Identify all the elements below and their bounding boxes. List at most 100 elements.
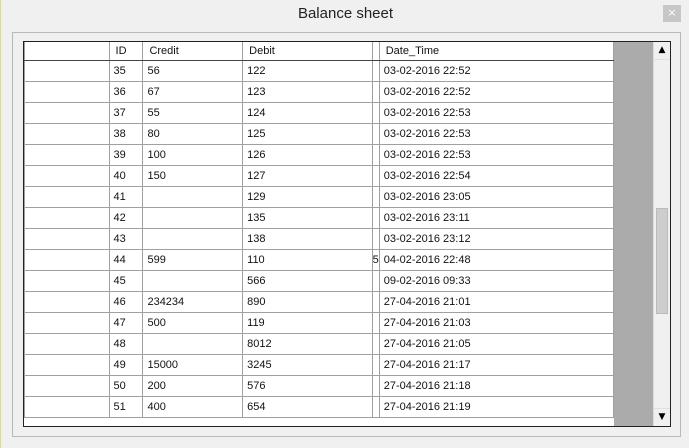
cell-extra[interactable] bbox=[371, 374, 380, 397]
column-header-id[interactable]: ID bbox=[108, 42, 144, 61]
cell-id[interactable]: 38 bbox=[108, 122, 144, 145]
cell-debit[interactable]: 566 bbox=[242, 269, 373, 292]
cell-extra[interactable] bbox=[371, 395, 380, 418]
cell-id[interactable]: 44 bbox=[108, 248, 144, 271]
cell-id[interactable]: 36 bbox=[108, 80, 144, 103]
cell-date-time[interactable]: 27-04-2016 21:01 bbox=[378, 290, 614, 313]
cell-credit[interactable]: 15000 bbox=[142, 353, 244, 376]
cell-credit[interactable]: 234234 bbox=[142, 290, 244, 313]
cell-id[interactable]: 40 bbox=[108, 164, 144, 187]
cell-debit[interactable]: 127 bbox=[242, 164, 373, 187]
row-header[interactable] bbox=[24, 269, 110, 292]
cell-credit[interactable]: 67 bbox=[142, 80, 244, 103]
table-row[interactable]: 45 566 09-02-2016 09:33 bbox=[24, 269, 614, 292]
cell-debit[interactable]: 122 bbox=[242, 59, 373, 82]
row-header[interactable] bbox=[24, 164, 110, 187]
cell-credit[interactable]: 80 bbox=[142, 122, 244, 145]
cell-date-time[interactable]: 27-04-2016 21:17 bbox=[378, 353, 614, 376]
cell-id[interactable]: 45 bbox=[108, 269, 144, 292]
cell-credit[interactable] bbox=[142, 332, 244, 355]
table-row[interactable]: 48 8012 27-04-2016 21:05 bbox=[24, 332, 614, 355]
cell-id[interactable]: 51 bbox=[108, 395, 144, 418]
cell-date-time[interactable]: 03-02-2016 22:54 bbox=[378, 164, 614, 187]
cell-date-time[interactable]: 09-02-2016 09:33 bbox=[378, 269, 614, 292]
row-header[interactable] bbox=[24, 374, 110, 397]
column-header-credit[interactable]: Credit bbox=[142, 42, 244, 61]
cell-debit[interactable]: 110 bbox=[242, 248, 373, 271]
cell-date-time[interactable]: 03-02-2016 22:53 bbox=[378, 101, 614, 124]
table-row[interactable]: 44 599 110 5 04-02-2016 22:48 bbox=[24, 248, 614, 271]
cell-extra[interactable] bbox=[371, 290, 380, 313]
cell-date-time[interactable]: 03-02-2016 23:12 bbox=[378, 227, 614, 250]
cell-id[interactable]: 41 bbox=[108, 185, 144, 208]
cell-debit[interactable]: 135 bbox=[242, 206, 373, 229]
row-header[interactable] bbox=[24, 206, 110, 229]
row-header[interactable] bbox=[24, 248, 110, 271]
cell-debit[interactable]: 138 bbox=[242, 227, 373, 250]
cell-extra[interactable] bbox=[371, 59, 380, 82]
cell-extra[interactable] bbox=[371, 143, 380, 166]
row-header[interactable] bbox=[24, 353, 110, 376]
table-row[interactable]: 51 400 654 27-04-2016 21:19 bbox=[24, 395, 614, 418]
cell-debit[interactable]: 654 bbox=[242, 395, 373, 418]
cell-id[interactable]: 46 bbox=[108, 290, 144, 313]
cell-extra[interactable]: 5 bbox=[371, 248, 380, 271]
row-header[interactable] bbox=[24, 59, 110, 82]
table-row[interactable]: 50 200 576 27-04-2016 21:18 bbox=[24, 374, 614, 397]
cell-credit[interactable]: 100 bbox=[142, 143, 244, 166]
cell-date-time[interactable]: 03-02-2016 22:52 bbox=[378, 80, 614, 103]
cell-date-time[interactable]: 03-02-2016 22:53 bbox=[378, 122, 614, 145]
cell-extra[interactable] bbox=[371, 227, 380, 250]
column-header-extra[interactable] bbox=[371, 42, 380, 61]
cell-debit[interactable]: 3245 bbox=[242, 353, 373, 376]
cell-debit[interactable]: 124 bbox=[242, 101, 373, 124]
cell-id[interactable]: 50 bbox=[108, 374, 144, 397]
cell-credit[interactable]: 150 bbox=[142, 164, 244, 187]
table-row[interactable]: 36 67 123 03-02-2016 22:52 bbox=[24, 80, 614, 103]
table-row[interactable]: 38 80 125 03-02-2016 22:53 bbox=[24, 122, 614, 145]
row-header[interactable] bbox=[24, 311, 110, 334]
row-header[interactable] bbox=[24, 227, 110, 250]
table-row[interactable]: 42 135 03-02-2016 23:11 bbox=[24, 206, 614, 229]
scrollbar-thumb[interactable] bbox=[656, 208, 668, 314]
column-header-date-time[interactable]: Date_Time bbox=[378, 42, 614, 61]
table-row[interactable]: 40 150 127 03-02-2016 22:54 bbox=[24, 164, 614, 187]
row-header[interactable] bbox=[24, 80, 110, 103]
cell-date-time[interactable]: 04-02-2016 22:48 bbox=[378, 248, 614, 271]
cell-id[interactable]: 39 bbox=[108, 143, 144, 166]
cell-debit[interactable]: 576 bbox=[242, 374, 373, 397]
cell-date-time[interactable]: 03-02-2016 23:05 bbox=[378, 185, 614, 208]
cell-debit[interactable]: 890 bbox=[242, 290, 373, 313]
cell-date-time[interactable]: 03-02-2016 22:52 bbox=[378, 59, 614, 82]
cell-credit[interactable]: 56 bbox=[142, 59, 244, 82]
cell-credit[interactable] bbox=[142, 227, 244, 250]
cell-extra[interactable] bbox=[371, 353, 380, 376]
row-header[interactable] bbox=[24, 185, 110, 208]
cell-extra[interactable] bbox=[371, 206, 380, 229]
scroll-down-icon[interactable]: ▼ bbox=[654, 408, 670, 426]
cell-extra[interactable] bbox=[371, 101, 380, 124]
table-row[interactable]: 46 234234 890 27-04-2016 21:01 bbox=[24, 290, 614, 313]
table-row[interactable]: 39 100 126 03-02-2016 22:53 bbox=[24, 143, 614, 166]
cell-credit[interactable] bbox=[142, 185, 244, 208]
row-header[interactable] bbox=[24, 395, 110, 418]
cell-credit[interactable]: 500 bbox=[142, 311, 244, 334]
cell-id[interactable]: 47 bbox=[108, 311, 144, 334]
cell-id[interactable]: 35 bbox=[108, 59, 144, 82]
cell-extra[interactable] bbox=[371, 122, 380, 145]
row-header[interactable] bbox=[24, 101, 110, 124]
row-header[interactable] bbox=[24, 143, 110, 166]
cell-date-time[interactable]: 03-02-2016 22:53 bbox=[378, 143, 614, 166]
cell-extra[interactable] bbox=[371, 185, 380, 208]
cell-debit[interactable]: 8012 bbox=[242, 332, 373, 355]
cell-credit[interactable]: 400 bbox=[142, 395, 244, 418]
table-row[interactable]: 43 138 03-02-2016 23:12 bbox=[24, 227, 614, 250]
table-row[interactable]: 35 56 122 03-02-2016 22:52 bbox=[24, 59, 614, 82]
cell-id[interactable]: 37 bbox=[108, 101, 144, 124]
table-row[interactable]: 47 500 119 27-04-2016 21:03 bbox=[24, 311, 614, 334]
row-header[interactable] bbox=[24, 290, 110, 313]
cell-debit[interactable]: 129 bbox=[242, 185, 373, 208]
cell-date-time[interactable]: 27-04-2016 21:19 bbox=[378, 395, 614, 418]
cell-debit[interactable]: 125 bbox=[242, 122, 373, 145]
scroll-up-icon[interactable]: ▲ bbox=[654, 42, 670, 60]
